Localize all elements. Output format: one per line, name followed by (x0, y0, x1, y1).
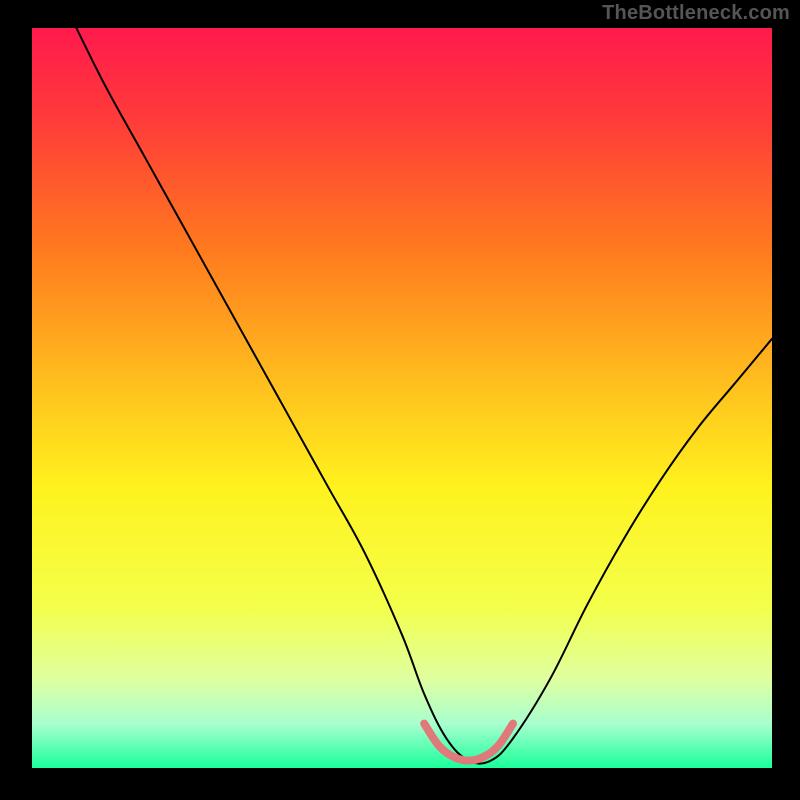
watermark-text: TheBottleneck.com (602, 2, 790, 25)
chart-background (32, 28, 772, 768)
chart-plot (32, 28, 772, 768)
chart-frame: TheBottleneck.com (0, 0, 800, 800)
chart-svg (32, 28, 772, 768)
